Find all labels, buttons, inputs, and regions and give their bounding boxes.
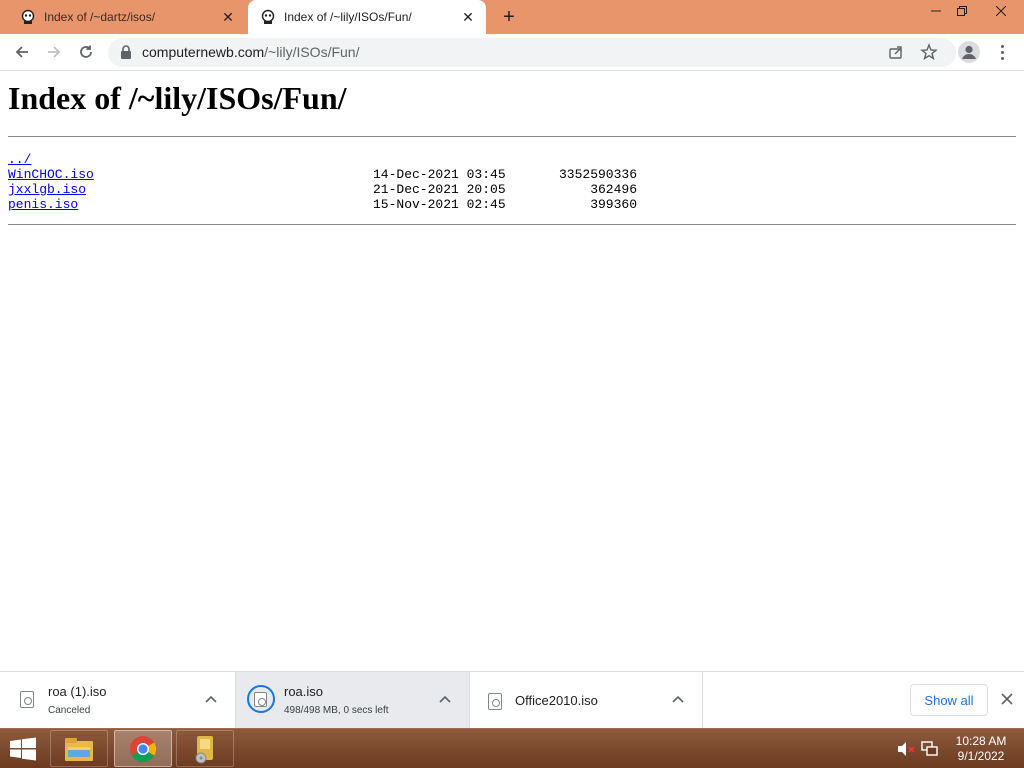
url-path: /~lily/ISOs/Fun/ — [264, 44, 360, 60]
file-explorer-taskbar-icon[interactable] — [50, 730, 108, 767]
tab-lily-isos-fun[interactable]: Index of /~lily/ISOs/Fun/ ✕ — [248, 0, 486, 34]
tab-title: Index of /~lily/ISOs/Fun/ — [284, 10, 412, 24]
url-text[interactable]: computernewb.com/~lily/ISOs/Fun/ — [142, 44, 359, 60]
show-all-button[interactable]: Show all — [910, 684, 988, 716]
page-title: Index of /~lily/ISOs/Fun/ — [8, 80, 347, 116]
file-date: 14-Dec-2021 03:45 — [373, 167, 506, 182]
tab-close-icon[interactable]: ✕ — [458, 7, 478, 27]
file-size: 3352590336 — [558, 167, 637, 182]
window-close-icon[interactable] — [978, 0, 1024, 22]
lock-icon[interactable] — [120, 45, 132, 59]
download-filename: roa.iso — [284, 684, 324, 699]
chrome-taskbar-icon[interactable] — [114, 730, 172, 767]
parent-directory-link[interactable]: ../ — [8, 152, 31, 167]
download-shelf: roa (1).iso Canceled roa.iso 498/498 MB,… — [0, 671, 1024, 728]
browser-toolbar: computernewb.com/~lily/ISOs/Fun/ — [0, 34, 1024, 71]
url-host: computernewb.com — [142, 44, 265, 60]
tab-title: Index of /~dartz/isos/ — [44, 10, 156, 24]
chevron-up-icon[interactable] — [439, 692, 451, 706]
volume-muted-icon[interactable] — [896, 729, 916, 768]
windows-start-icon[interactable] — [8, 737, 38, 761]
site-favicon-icon — [261, 9, 275, 24]
file-date: 15-Nov-2021 02:45 — [373, 197, 506, 212]
close-shelf-icon[interactable] — [998, 690, 1016, 708]
file-link[interactable]: WinCHOC.iso — [8, 167, 94, 182]
chevron-up-icon[interactable] — [672, 692, 684, 706]
site-favicon-icon — [21, 9, 35, 24]
download-item[interactable]: roa.iso 498/498 MB, 0 secs left — [236, 672, 470, 728]
chevron-up-icon[interactable] — [205, 692, 217, 706]
tab-close-icon[interactable]: ✕ — [218, 7, 238, 27]
clock-time: 10:28 AM — [955, 734, 1007, 748]
system-clock[interactable]: 10:28 AM 9/1/2022 — [946, 734, 1016, 764]
tab-dartz-isos[interactable]: Index of /~dartz/isos/ ✕ — [8, 0, 246, 34]
download-item[interactable]: Office2010.iso — [470, 672, 703, 728]
download-item[interactable]: roa (1).iso Canceled — [0, 672, 236, 728]
taskbar: 10:28 AM 9/1/2022 — [0, 728, 1024, 768]
file-date: 21-Dec-2021 20:05 — [373, 182, 506, 197]
list-item: WinCHOC.iso 14-Dec-2021 03:45 3352590336 — [8, 167, 648, 182]
back-arrow-icon[interactable] — [8, 38, 36, 66]
file-icon — [20, 691, 34, 708]
download-filename: Office2010.iso — [515, 693, 598, 708]
directory-listing: ../ WinCHOC.iso 14-Dec-2021 03:45 335259… — [8, 152, 648, 212]
bookmark-star-icon[interactable] — [920, 43, 938, 61]
page-content: Index of /~lily/ISOs/Fun/ ../ WinCHOC.is… — [0, 72, 1024, 670]
new-tab-plus-icon[interactable]: + — [498, 6, 520, 28]
list-item: ../ — [8, 152, 648, 167]
tab-strip: Index of /~dartz/isos/ ✕ Index of /~lily… — [0, 0, 1024, 34]
network-icon[interactable] — [920, 729, 940, 768]
reload-icon[interactable] — [72, 38, 100, 66]
share-icon[interactable] — [888, 44, 904, 60]
profile-avatar-icon[interactable] — [958, 41, 980, 63]
divider — [8, 224, 1016, 225]
app-taskbar-icon[interactable] — [176, 730, 234, 767]
file-size: 399360 — [590, 197, 637, 212]
file-link[interactable]: penis.iso — [8, 197, 78, 212]
forward-arrow-icon[interactable] — [40, 38, 68, 66]
download-filename: roa (1).iso — [48, 684, 107, 699]
clock-date: 9/1/2022 — [957, 749, 1005, 763]
file-size: 362496 — [590, 182, 637, 197]
address-bar[interactable]: computernewb.com/~lily/ISOs/Fun/ — [108, 38, 956, 67]
list-item: penis.iso 15-Nov-2021 02:45 399360 — [8, 197, 648, 212]
browser-menu-icon[interactable] — [994, 40, 1010, 64]
file-link[interactable]: jxxlgb.iso — [8, 182, 86, 197]
restore-icon[interactable] — [946, 0, 978, 22]
download-status: Canceled — [48, 705, 91, 716]
download-status: 498/498 MB, 0 secs left — [284, 705, 389, 716]
divider — [8, 136, 1016, 137]
file-icon — [488, 693, 502, 710]
list-item: jxxlgb.iso 21-Dec-2021 20:05 362496 — [8, 182, 648, 197]
file-icon — [254, 692, 267, 707]
